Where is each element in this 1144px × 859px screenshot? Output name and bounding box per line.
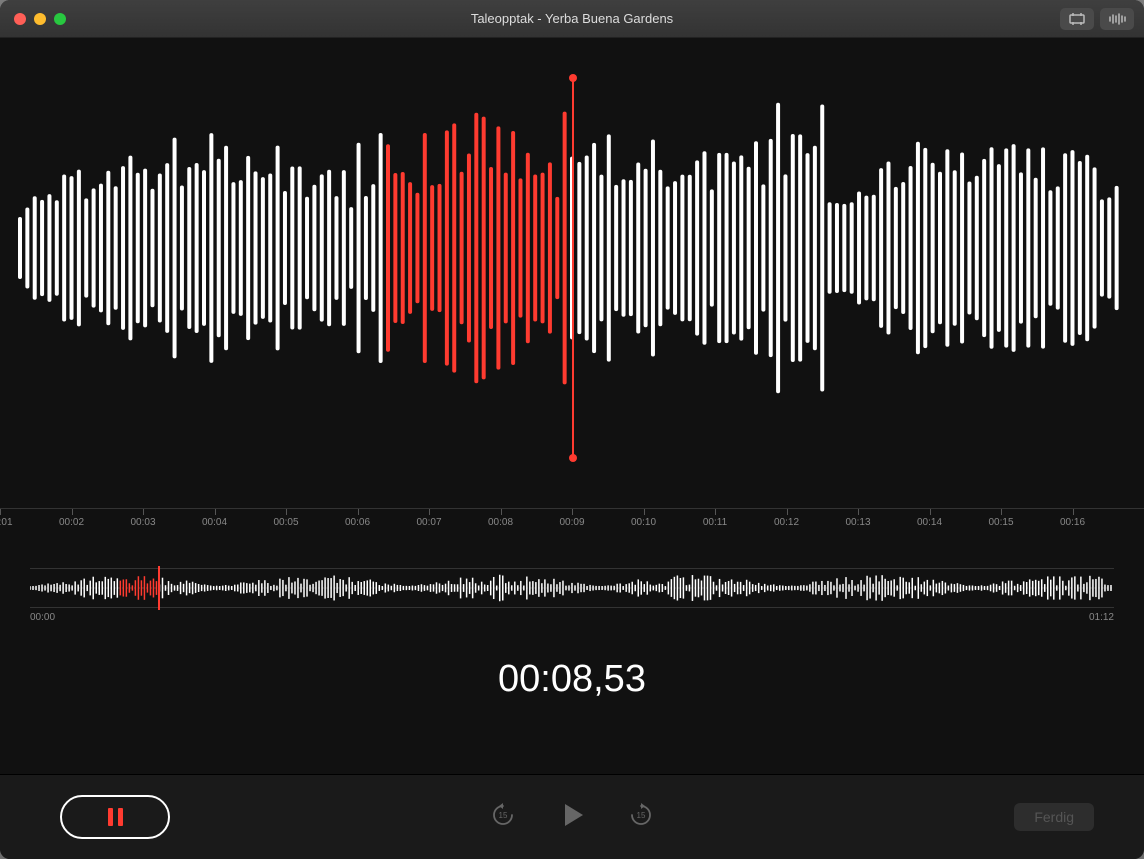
overview-track[interactable]: 00:00 01:12 — [30, 568, 1114, 618]
traffic-lights — [0, 13, 66, 25]
time-ruler: 00:0100:0200:0300:0400:0500:0600:0700:08… — [0, 508, 1144, 538]
fullscreen-window-button[interactable] — [54, 13, 66, 25]
waveform-main[interactable] — [0, 38, 1144, 458]
play-button[interactable] — [557, 800, 587, 835]
enhance-button[interactable] — [1100, 8, 1134, 30]
skip-back-button[interactable]: 15 — [489, 801, 517, 834]
playhead[interactable] — [572, 78, 574, 458]
minimize-window-button[interactable] — [34, 13, 46, 25]
pause-icon — [108, 808, 123, 826]
app-window: Taleopptak - Yerba Buena Gardens 00:0100… — [0, 0, 1144, 859]
done-button[interactable]: Ferdig — [1014, 803, 1094, 831]
editor-area: 00:0100:0200:0300:0400:0500:0600:0700:08… — [0, 38, 1144, 774]
window-title: Taleopptak - Yerba Buena Gardens — [0, 11, 1144, 26]
overview-playhead[interactable] — [158, 566, 160, 610]
trim-button[interactable] — [1060, 8, 1094, 30]
controls-bar: 15 15 Ferdig — [0, 774, 1144, 859]
current-time-display: 00:08,53 — [0, 658, 1144, 701]
ruler-tick: 00:16 — [1073, 509, 1144, 538]
close-window-button[interactable] — [14, 13, 26, 25]
center-controls: 15 15 — [489, 800, 655, 835]
skip-forward-button[interactable]: 15 — [627, 801, 655, 834]
overview-start-label: 00:00 — [30, 612, 55, 623]
toolbar-right — [1060, 8, 1134, 30]
overview-end-label: 01:12 — [1089, 612, 1114, 623]
svg-text:15: 15 — [637, 811, 646, 820]
pause-button[interactable] — [60, 795, 170, 839]
titlebar: Taleopptak - Yerba Buena Gardens — [0, 0, 1144, 38]
svg-text:15: 15 — [499, 811, 508, 820]
